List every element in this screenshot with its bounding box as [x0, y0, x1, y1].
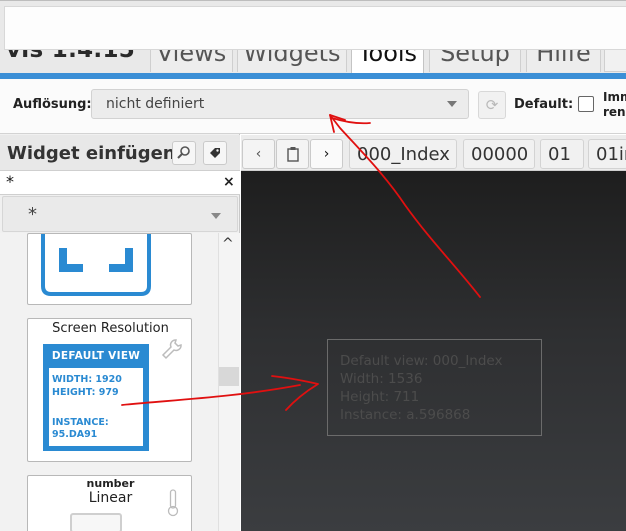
- frame-icon: [41, 234, 151, 296]
- widget-card-screen-resolution[interactable]: Screen Resolution DEFAULT VIEW WIDTH: 19…: [27, 318, 192, 462]
- default-checkbox[interactable]: [578, 96, 594, 112]
- refresh-button[interactable]: ⟳: [478, 91, 506, 119]
- prev-view-button[interactable]: ‹: [242, 139, 275, 169]
- scrollbar-thumb[interactable]: [219, 367, 239, 386]
- view-tab-01[interactable]: 01: [540, 139, 584, 169]
- resolution-width: Width: 1536: [340, 371, 423, 387]
- imm-label: Imm ren: [603, 90, 626, 120]
- resolution-select[interactable]: nicht definiert: [91, 89, 469, 119]
- tag-icon: [210, 148, 220, 158]
- preview-instance-value: 95.DA91: [52, 429, 98, 440]
- widget-set-select[interactable]: *: [2, 196, 238, 232]
- chevron-down-icon[interactable]: [447, 101, 457, 107]
- preview-heading: DEFAULT VIEW: [51, 350, 141, 362]
- clipboard-icon: [286, 147, 299, 162]
- imm-label-line1: Imm: [603, 90, 626, 104]
- refresh-icon: ⟳: [485, 96, 499, 114]
- preview-instance-label: INSTANCE:: [52, 417, 109, 428]
- wrench-icon: [161, 339, 182, 360]
- preview-height: HEIGHT: 979: [52, 387, 119, 398]
- clipboard-button[interactable]: [276, 139, 309, 169]
- widget-card[interactable]: [27, 233, 192, 305]
- screen-resolution-preview: DEFAULT VIEW WIDTH: 1920 HEIGHT: 979 INS…: [43, 344, 149, 451]
- preview-width: WIDTH: 1920: [52, 374, 122, 385]
- scroll-up-icon[interactable]: ^: [222, 236, 234, 252]
- resolution-height: Height: 711: [340, 389, 420, 405]
- resolution-instance: Instance: a.596868: [340, 407, 471, 423]
- preview-body: WIDTH: 1920 HEIGHT: 979 INSTANCE: 95.DA9…: [49, 368, 143, 446]
- view-tab-01in[interactable]: 01in: [588, 139, 626, 169]
- linear-preview: [70, 513, 122, 531]
- widget-card-title: Screen Resolution: [52, 321, 169, 336]
- tag-button[interactable]: [203, 141, 227, 165]
- thermometer-icon: [167, 489, 179, 517]
- view-tab-000-index[interactable]: 000_Index: [349, 139, 457, 169]
- next-view-button[interactable]: ›: [310, 139, 343, 169]
- widget-card-number-linear[interactable]: number Linear: [27, 475, 192, 531]
- search-button[interactable]: [172, 141, 196, 165]
- resolution-label: Auflösung:: [13, 97, 92, 112]
- default-label: Default:: [514, 97, 574, 112]
- resolution-default-view: Default view: 000_Index: [340, 353, 503, 369]
- search-icon: [177, 146, 190, 159]
- close-icon[interactable]: ×: [223, 174, 235, 190]
- view-tab-00000[interactable]: 00000: [463, 139, 535, 169]
- widget-panel-title: Widget einfügen: [7, 143, 176, 164]
- chevron-down-icon[interactable]: [211, 213, 221, 219]
- imm-label-line2: ren: [603, 105, 626, 119]
- tools-toolbar-frame: [4, 6, 626, 50]
- widget-filter-input[interactable]: *: [0, 171, 240, 195]
